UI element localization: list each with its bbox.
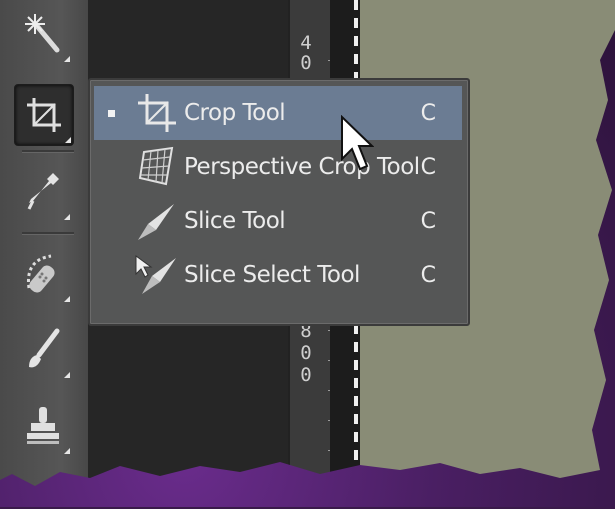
menu-item-label: Crop Tool	[184, 100, 286, 126]
menu-item-perspective-crop-tool[interactable]: Perspective Crop Tool C	[94, 140, 462, 194]
menu-item-label: Perspective Crop Tool	[184, 154, 420, 180]
menu-item-label: Slice Tool	[184, 208, 286, 234]
mouse-cursor-icon	[341, 115, 374, 171]
crop-tool-button[interactable]	[14, 84, 74, 146]
eyedropper-icon	[27, 173, 59, 210]
brush-icon	[29, 328, 60, 368]
clone-stamp-icon	[27, 407, 59, 444]
menu-item-crop-tool[interactable]: Crop Tool C	[94, 86, 462, 140]
menu-item-slice-tool[interactable]: Slice Tool C	[94, 194, 462, 248]
healing-brush-icon	[26, 254, 55, 293]
magic-wand-tool[interactable]	[14, 4, 72, 64]
magic-wand-icon	[25, 14, 60, 53]
perspective-crop-icon	[138, 146, 174, 186]
ruler-digit: 0	[300, 342, 312, 364]
crop-icon	[138, 94, 176, 132]
brush-tool[interactable]	[14, 320, 72, 380]
slice-select-icon	[135, 255, 176, 294]
menu-item-shortcut: C	[420, 208, 436, 234]
menu-item-label: Slice Select Tool	[184, 262, 360, 288]
crop-tools-flyout-menu: Crop Tool C Perspective Crop Tool C Slic…	[88, 78, 470, 326]
clone-stamp-tool[interactable]	[14, 396, 72, 456]
tools-panel	[0, 0, 88, 486]
menu-item-shortcut: C	[420, 100, 436, 126]
photoshop-window: 4 0 8 0 0 Crop Tool C Perspective Crop T…	[0, 0, 615, 486]
eyedropper-tool[interactable]	[14, 162, 72, 222]
healing-brush-tool[interactable]	[14, 244, 72, 304]
ruler-digit: 0	[300, 364, 312, 386]
menu-item-shortcut: C	[420, 154, 436, 180]
ruler-digit: 0	[300, 52, 312, 74]
selected-bullet	[108, 109, 115, 117]
ruler-digit: 4	[300, 32, 312, 54]
crop-icon	[27, 98, 61, 132]
menu-item-slice-select-tool[interactable]: Slice Select Tool C	[94, 248, 462, 302]
slice-icon	[138, 204, 174, 240]
menu-item-shortcut: C	[420, 262, 436, 288]
